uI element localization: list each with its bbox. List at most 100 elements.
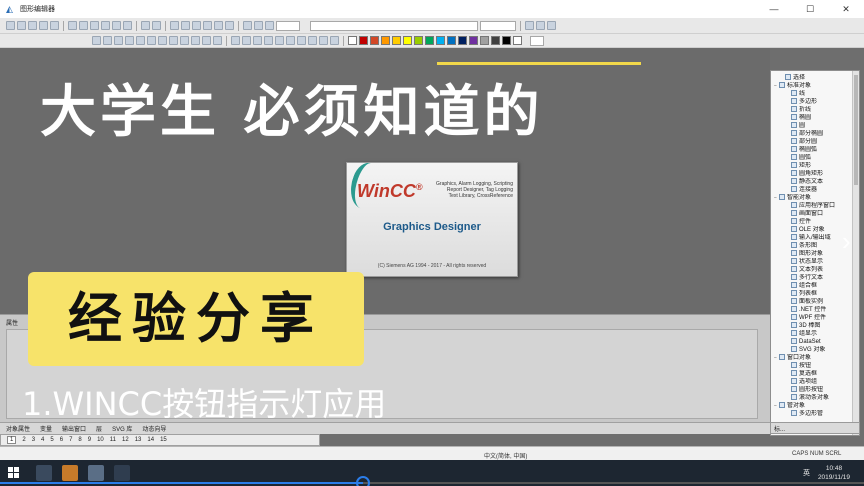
same-size-icon[interactable] [308, 36, 317, 45]
palette-tree-item[interactable]: − 智能对象 [771, 194, 855, 202]
redo-icon[interactable] [112, 21, 121, 30]
palette-tree-item[interactable]: 滚动条对象 [771, 394, 855, 402]
undo-icon[interactable] [101, 21, 110, 30]
color-swatch[interactable] [513, 36, 522, 45]
mirror-icon[interactable] [158, 36, 167, 45]
align-top-icon[interactable] [231, 36, 240, 45]
tab-output-window[interactable]: 输出窗口 [62, 424, 86, 433]
palette-tree-item[interactable]: 部分圆 [771, 138, 855, 146]
palette-tree-item[interactable]: .NET 控件 [771, 306, 855, 314]
new-icon[interactable] [6, 21, 15, 30]
same-width-icon[interactable] [202, 36, 211, 45]
matrix-icon[interactable] [330, 36, 339, 45]
palette-tree-item[interactable]: 圆角矩形 [771, 170, 855, 178]
palette-tree-item[interactable]: 控件 [771, 218, 855, 226]
palette-tree-item[interactable]: 按钮 [771, 362, 855, 370]
image-icon[interactable] [203, 21, 212, 30]
properties-icon[interactable] [181, 21, 190, 30]
next-slide-chevron-icon[interactable]: › [842, 226, 851, 256]
taskbar-graphics-designer-icon[interactable] [114, 465, 130, 481]
print-icon[interactable] [123, 21, 132, 30]
color-swatch[interactable] [392, 36, 401, 45]
close-button[interactable]: ✕ [828, 4, 864, 15]
palette-tree-item[interactable]: − 标准对象 [771, 82, 855, 90]
color-swatch[interactable] [491, 36, 500, 45]
page-tab[interactable]: 9 [88, 437, 91, 443]
align-right-icon[interactable] [114, 36, 123, 45]
palette-tree-item[interactable]: 选项组 [771, 378, 855, 386]
center-v-icon[interactable] [297, 36, 306, 45]
new-picture-icon[interactable] [17, 21, 26, 30]
palette-tree-item[interactable]: 线 [771, 90, 855, 98]
page-tab[interactable]: 4 [41, 437, 44, 443]
tab-tags[interactable]: 变量 [40, 424, 52, 433]
center-h-icon[interactable] [286, 36, 295, 45]
palette-tree-item[interactable]: 3D 棒图 [771, 322, 855, 330]
distribute-h-icon[interactable] [264, 36, 273, 45]
palette-tree-item[interactable]: 椭圆 [771, 114, 855, 122]
color-swatch[interactable] [458, 36, 467, 45]
tag-icon[interactable] [225, 21, 234, 30]
align-bottom-icon[interactable] [253, 36, 262, 45]
fill-color-icon[interactable] [536, 21, 545, 30]
align-center-icon[interactable] [103, 36, 112, 45]
palette-tree-item[interactable]: 椭圆弧 [771, 146, 855, 154]
palette-tree-item[interactable]: 多边形 [771, 98, 855, 106]
align-middle-icon[interactable] [242, 36, 251, 45]
palette-tree-item[interactable]: 多边形管 [771, 410, 855, 418]
color-swatch[interactable] [480, 36, 489, 45]
color-swatch[interactable] [425, 36, 434, 45]
align-left-icon[interactable] [92, 36, 101, 45]
page-tab[interactable]: 13 [135, 437, 142, 443]
palette-tree-item[interactable]: 应用程序窗口 [771, 202, 855, 210]
color-swatch[interactable] [381, 36, 390, 45]
cut-icon[interactable] [68, 21, 77, 30]
palette-tree-item[interactable]: − 窗口对象 [771, 354, 855, 362]
page-tab[interactable]: 12 [122, 437, 129, 443]
same-height-icon[interactable] [213, 36, 222, 45]
palette-tree-item[interactable]: 部分椭圆 [771, 130, 855, 138]
page-tab[interactable]: 7 [69, 437, 72, 443]
flip-icon[interactable] [169, 36, 178, 45]
tab-dynamic-wizard[interactable]: 动态向导 [142, 424, 166, 433]
send-back-icon[interactable] [136, 36, 145, 45]
palette-tree-item[interactable]: 圆弧 [771, 154, 855, 162]
paste-icon[interactable] [90, 21, 99, 30]
taskbar-app-icon[interactable] [62, 465, 78, 481]
palette-tree-item[interactable]: 文本列表 [771, 266, 855, 274]
palette-tree-item[interactable]: 圆形按钮 [771, 386, 855, 394]
color-swatch[interactable] [469, 36, 478, 45]
palette-tree-item[interactable]: WPF 控件 [771, 314, 855, 322]
palette-tab-standard[interactable]: 标... [774, 424, 785, 433]
taskbar-clock[interactable]: 10:48 2019/11/19 [818, 464, 850, 482]
palette-tree-item[interactable]: 复选框 [771, 370, 855, 378]
color-swatch[interactable] [348, 36, 357, 45]
tab-object-properties[interactable]: 对象属性 [6, 424, 30, 433]
palette-tree-item[interactable]: − 管对象 [771, 402, 855, 410]
zoom-fit-icon[interactable] [265, 21, 274, 30]
save-icon[interactable] [39, 21, 48, 30]
font-color-icon[interactable] [547, 21, 556, 30]
palette-tree-item[interactable]: 连接器 [771, 186, 855, 194]
palette-tree-item[interactable]: 组合框 [771, 282, 855, 290]
color-swatch[interactable] [436, 36, 445, 45]
zoom-out-icon[interactable] [254, 21, 263, 30]
object-select[interactable] [310, 20, 478, 31]
palette-tree-item[interactable]: 列表框 [771, 290, 855, 298]
palette-tree-item[interactable]: 画面窗口 [771, 210, 855, 218]
zoom-in-icon[interactable] [243, 21, 252, 30]
font-size-select[interactable] [480, 20, 516, 31]
page-tab[interactable]: 15 [160, 437, 167, 443]
page-tab[interactable]: 5 [50, 437, 53, 443]
palette-tree-item[interactable]: 面板实例 [771, 298, 855, 306]
group-icon[interactable] [180, 36, 189, 45]
video-progress-bar[interactable] [0, 476, 864, 486]
page-tab[interactable]: 2 [22, 437, 25, 443]
color-swatch[interactable] [502, 36, 511, 45]
grid-icon[interactable] [141, 21, 150, 30]
page-tab[interactable]: 6 [60, 437, 63, 443]
color-swatch[interactable] [447, 36, 456, 45]
arrange-icon[interactable] [319, 36, 328, 45]
run-icon[interactable] [50, 21, 59, 30]
ungroup-icon[interactable] [191, 36, 200, 45]
